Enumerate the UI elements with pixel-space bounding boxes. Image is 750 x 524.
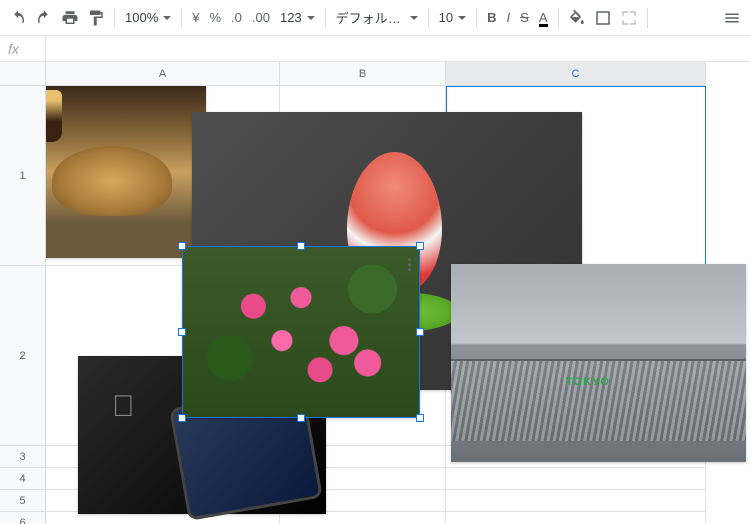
separator bbox=[325, 8, 326, 28]
percent-button[interactable]: % bbox=[205, 6, 225, 30]
column-header-a[interactable]: A bbox=[46, 62, 280, 86]
spreadsheet-grid: A B C 1 2 3 4 5 6 bbox=[0, 62, 750, 524]
resize-handle-nw[interactable] bbox=[178, 242, 186, 250]
row-header-5[interactable]: 5 bbox=[0, 490, 46, 512]
separator bbox=[647, 8, 648, 28]
resize-handle-w[interactable] bbox=[178, 328, 186, 336]
separator bbox=[428, 8, 429, 28]
fill-color-button[interactable] bbox=[565, 6, 589, 30]
font-family-select[interactable]: デフォルト... bbox=[332, 6, 422, 30]
cell-c5[interactable] bbox=[446, 490, 706, 512]
more-menu-button[interactable] bbox=[720, 6, 744, 30]
separator bbox=[558, 8, 559, 28]
formula-input[interactable] bbox=[46, 36, 750, 61]
fx-label: fx bbox=[0, 36, 46, 61]
undo-button[interactable] bbox=[6, 6, 30, 30]
image-burger[interactable] bbox=[32, 86, 206, 258]
separator bbox=[181, 8, 182, 28]
font-size-value: 10 bbox=[439, 10, 453, 25]
row-header-2[interactable]: 2 bbox=[0, 266, 46, 446]
zoom-select[interactable]: 100% bbox=[121, 6, 175, 30]
number-format-label: 123 bbox=[280, 10, 302, 25]
row-header-1[interactable]: 1 bbox=[0, 86, 46, 266]
column-headers: A B C bbox=[46, 62, 750, 86]
row-header-3[interactable]: 3 bbox=[0, 446, 46, 468]
font-size-select[interactable]: 10 bbox=[435, 6, 470, 30]
image-roses[interactable] bbox=[182, 246, 420, 418]
increase-decimal-button[interactable]: .00 bbox=[248, 6, 274, 30]
resize-handle-e[interactable] bbox=[416, 328, 424, 336]
image-tokyo-dome[interactable] bbox=[451, 264, 746, 462]
row-headers: 1 2 3 4 5 6 bbox=[0, 86, 46, 524]
row-header-4[interactable]: 4 bbox=[0, 468, 46, 490]
column-header-c[interactable]: C bbox=[446, 62, 706, 86]
toolbar: 100% ¥ % .0 .00 123 デフォルト... 10 B I S A bbox=[0, 0, 750, 36]
bold-button[interactable]: B bbox=[483, 6, 500, 30]
resize-handle-n[interactable] bbox=[297, 242, 305, 250]
cell-c6[interactable] bbox=[446, 512, 706, 524]
currency-button[interactable]: ¥ bbox=[188, 6, 203, 30]
cell-c4[interactable] bbox=[446, 468, 706, 490]
separator bbox=[476, 8, 477, 28]
resize-handle-s[interactable] bbox=[297, 414, 305, 422]
column-header-b[interactable]: B bbox=[280, 62, 446, 86]
borders-button[interactable] bbox=[591, 6, 615, 30]
row-header-6[interactable]: 6 bbox=[0, 512, 46, 524]
merge-cells-button[interactable] bbox=[617, 6, 641, 30]
print-button[interactable] bbox=[58, 6, 82, 30]
italic-button[interactable]: I bbox=[503, 6, 515, 30]
font-family-label: デフォルト... bbox=[336, 8, 405, 27]
zoom-value: 100% bbox=[125, 10, 158, 25]
resize-handle-sw[interactable] bbox=[178, 414, 186, 422]
separator bbox=[114, 8, 115, 28]
redo-button[interactable] bbox=[32, 6, 56, 30]
resize-handle-se[interactable] bbox=[416, 414, 424, 422]
chevron-down-icon bbox=[163, 16, 171, 20]
select-all-corner[interactable] bbox=[0, 62, 46, 86]
number-format-select[interactable]: 123 bbox=[276, 6, 319, 30]
chevron-down-icon bbox=[410, 16, 418, 20]
resize-handle-ne[interactable] bbox=[416, 242, 424, 250]
chevron-down-icon bbox=[307, 16, 315, 20]
paint-format-button[interactable] bbox=[84, 6, 108, 30]
decrease-decimal-button[interactable]: .0 bbox=[227, 6, 246, 30]
text-color-button[interactable]: A bbox=[535, 6, 552, 30]
formula-bar: fx bbox=[0, 36, 750, 62]
chevron-down-icon bbox=[458, 16, 466, 20]
strikethrough-button[interactable]: S bbox=[516, 6, 533, 30]
